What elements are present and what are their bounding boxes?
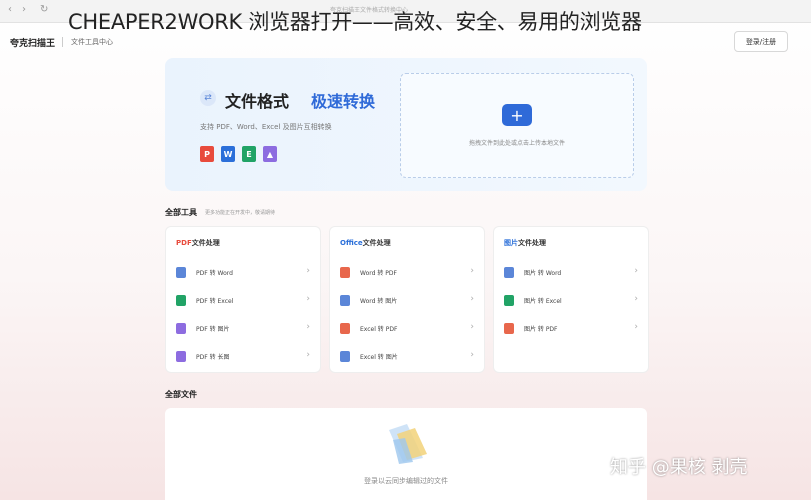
tool-file-icon xyxy=(176,323,186,334)
hero-title: 文件格式 xyxy=(225,92,290,111)
chevron-right-icon: › xyxy=(306,322,310,332)
tool-file-icon xyxy=(504,295,514,306)
tool-item-label: Excel 转 图片 xyxy=(360,354,398,361)
image-file-icon: ▲ xyxy=(263,146,277,162)
tool-item-label: Excel 转 PDF xyxy=(360,326,398,333)
hero-panel: ⇄ 文件格式 极速转换 支持 PDF、Word、Excel 及图片互相转换 PW… xyxy=(165,58,647,191)
hero-title-accent: 极速转换 xyxy=(311,92,376,111)
tool-card: Office文件处理 Word 转 PDF › Word 转 图片 › Excel 转 P… xyxy=(329,226,485,373)
tool-card-accent: PDF xyxy=(176,239,192,247)
upload-button[interactable]: + xyxy=(502,104,532,126)
tool-card-accent: 图片 xyxy=(504,239,518,247)
files-panel: 登录以云同步编辑过的文件 xyxy=(165,408,647,500)
app-header: 夸克扫描王 文件工具中心 登录/注册 xyxy=(0,22,811,62)
tool-card: 图片文件处理图片 转 Word › 图片 转 Excel › 图片 转 PDF › xyxy=(493,226,649,373)
tool-file-icon xyxy=(340,323,350,334)
upload-dropzone[interactable]: + 拖拽文件到此处或点击上传本地文件 xyxy=(400,73,634,178)
chevron-right-icon: › xyxy=(634,322,638,332)
tool-file-icon xyxy=(340,267,350,278)
tool-item-label: Word 转 图片 xyxy=(360,298,398,305)
tool-item-label: 图片 转 Excel xyxy=(524,298,562,305)
tool-item[interactable]: PDF 转 长图 › xyxy=(176,349,310,363)
tool-card-label: 文件处理 xyxy=(362,239,391,247)
tool-file-icon xyxy=(176,267,186,278)
tool-item-label: PDF 转 Word xyxy=(196,270,233,277)
tool-card-accent: Office xyxy=(340,239,363,247)
chevron-right-icon: › xyxy=(470,266,474,276)
tool-file-icon xyxy=(504,267,514,278)
chevron-right-icon: › xyxy=(470,322,474,332)
chevron-right-icon: › xyxy=(306,266,310,276)
tool-item-label: PDF 转 Excel xyxy=(196,298,234,305)
tool-item-label: PDF 转 图片 xyxy=(196,326,230,333)
convert-icon: ⇄ xyxy=(200,90,216,106)
tool-item-label: 图片 转 PDF xyxy=(524,326,558,333)
files-section-title: 全部文件 xyxy=(165,390,197,399)
breadcrumb: 文件工具中心 xyxy=(62,37,113,47)
tool-card-label: 文件处理 xyxy=(191,239,220,247)
app-logo[interactable]: 夸克扫描王 xyxy=(10,36,55,49)
dropzone-hint: 拖拽文件到此处或点击上传本地文件 xyxy=(468,140,565,147)
tool-card-title: 图片文件处理 xyxy=(504,238,546,248)
hero-subtitle: 支持 PDF、Word、Excel 及图片互相转换 xyxy=(200,123,332,131)
back-icon[interactable]: ‹ xyxy=(8,4,12,15)
tool-item[interactable]: 图片 转 Excel › xyxy=(504,293,638,307)
tool-card-title: PDF文件处理 xyxy=(176,238,220,248)
word-file-icon: W xyxy=(221,146,235,162)
tool-item[interactable]: PDF 转 Word › xyxy=(176,265,310,279)
tool-item[interactable]: Excel 转 图片 › xyxy=(340,349,474,363)
chevron-right-icon: › xyxy=(470,350,474,360)
tool-card-label: 文件处理 xyxy=(518,239,546,247)
tool-item[interactable]: 图片 转 Word › xyxy=(504,265,638,279)
tool-item[interactable]: Word 转 图片 › xyxy=(340,293,474,307)
tool-file-icon xyxy=(340,295,350,306)
chevron-right-icon: › xyxy=(306,294,310,304)
tool-card: PDF文件处理 PDF 转 Word › PDF 转 Excel › PDF 转 图片 › P… xyxy=(165,226,321,373)
tool-item[interactable]: Excel 转 PDF › xyxy=(340,321,474,335)
excel-file-icon: E xyxy=(242,146,256,162)
forward-icon[interactable]: › xyxy=(22,4,26,15)
watermark: 知乎 @果核 剥壳 xyxy=(610,457,748,478)
tools-section-subtitle: 更多功能正在开发中，敬请期待 xyxy=(205,210,276,216)
tool-item-label: PDF 转 长图 xyxy=(196,354,230,361)
tool-item[interactable]: Word 转 PDF › xyxy=(340,265,474,279)
chevron-right-icon: › xyxy=(470,294,474,304)
tool-file-icon xyxy=(340,351,350,362)
tool-item[interactable]: PDF 转 Excel › xyxy=(176,293,310,307)
tool-card-title: Office文件处理 xyxy=(340,238,391,248)
tool-item-label: 图片 转 Word xyxy=(524,270,562,277)
tool-item[interactable]: 图片 转 PDF › xyxy=(504,321,638,335)
tools-section-title: 全部工具 xyxy=(165,208,197,217)
files-empty-text: 登录以云同步编辑过的文件 xyxy=(364,477,448,485)
pdf-file-icon: P xyxy=(200,146,214,162)
chevron-right-icon: › xyxy=(634,266,638,276)
tool-file-icon xyxy=(504,323,514,334)
file-type-icons: P W E ▲ xyxy=(200,146,277,162)
tool-file-icon xyxy=(176,351,186,362)
tool-item-label: Word 转 PDF xyxy=(360,270,397,277)
chevron-right-icon: › xyxy=(306,350,310,360)
chevron-right-icon: › xyxy=(634,294,638,304)
login-button[interactable]: 登录/注册 xyxy=(734,31,788,52)
tool-item[interactable]: PDF 转 图片 › xyxy=(176,321,310,335)
tool-file-icon xyxy=(176,295,186,306)
empty-folder-icon xyxy=(389,424,427,464)
reload-icon[interactable]: ↻ xyxy=(40,4,48,15)
